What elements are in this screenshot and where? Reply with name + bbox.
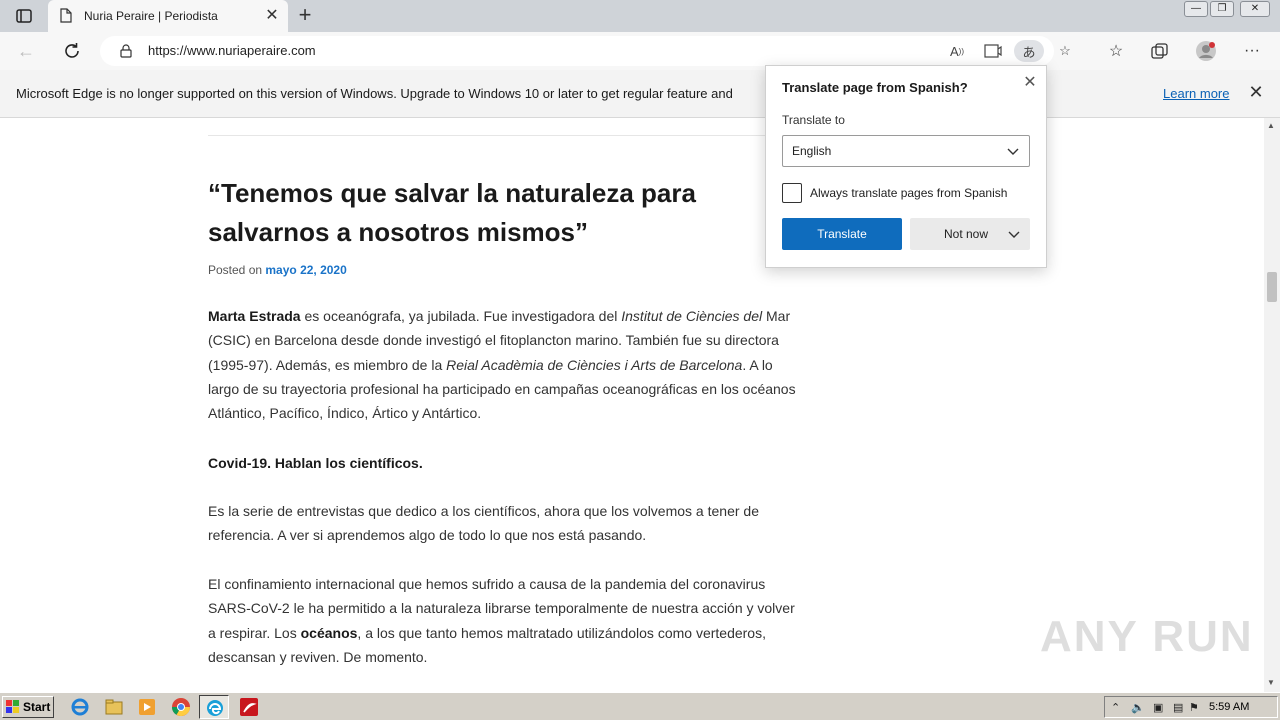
translate-to-label: Translate to xyxy=(782,113,845,127)
translate-popup: Translate page from Spanish? ✕ Translate… xyxy=(765,65,1047,268)
collections-icon[interactable] xyxy=(1148,40,1172,62)
flag-icon[interactable]: ⚑ xyxy=(1189,701,1199,714)
lock-icon[interactable] xyxy=(120,44,132,58)
infobar-message: Microsoft Edge is no longer supported on… xyxy=(16,86,733,101)
file-explorer-icon[interactable] xyxy=(104,697,124,717)
chevron-down-icon xyxy=(1007,148,1019,155)
new-tab-button[interactable]: + xyxy=(292,4,318,28)
institution-name: Institut de Ciències del xyxy=(621,308,763,324)
not-now-label: Not now xyxy=(944,227,989,241)
chrome-icon[interactable] xyxy=(171,697,191,717)
always-translate-checkbox[interactable] xyxy=(782,183,802,203)
tab-actions-icon xyxy=(16,9,32,23)
internet-explorer-icon[interactable] xyxy=(70,697,90,717)
system-tray: ⌃ 🔈 ▣ ▤ ⚑ 5:59 AM xyxy=(1104,696,1278,718)
popup-close-icon[interactable]: ✕ xyxy=(1020,72,1040,92)
tray-expand-icon[interactable]: ⌃ xyxy=(1111,701,1120,714)
bold-word: océanos xyxy=(300,624,358,641)
more-menu-icon[interactable]: ··· xyxy=(1240,40,1264,62)
language-select[interactable]: English xyxy=(782,135,1030,167)
infobar-close-icon[interactable]: ✕ xyxy=(1246,82,1266,104)
taskbar: Start ⌃ 🔈 ▣ ▤ ⚑ 5:59 AM xyxy=(0,692,1280,720)
profile-avatar[interactable] xyxy=(1194,40,1218,62)
academy-name: Reial Acadèmia de Ciències i Arts de Bar… xyxy=(446,356,743,373)
popup-title: Translate page from Spanish? xyxy=(782,80,968,95)
read-aloud-icon[interactable]: A)) xyxy=(942,40,972,62)
page-content: “Tenemos que salvar la naturaleza para s… xyxy=(0,118,1264,692)
post-title-line-2: salvarnos a nosotros mismos” xyxy=(208,217,589,247)
clock: 5:59 AM xyxy=(1209,701,1250,713)
edge-taskbar-button[interactable] xyxy=(199,695,229,719)
close-window-button[interactable]: ✕ xyxy=(1240,1,1270,17)
scroll-up-arrow[interactable]: ▲ xyxy=(1267,121,1275,130)
restore-button[interactable]: ❐ xyxy=(1210,1,1234,17)
post-title: “Tenemos que salvar la naturaleza para s… xyxy=(208,174,768,252)
tab-actions-button[interactable] xyxy=(8,4,40,28)
network-icon[interactable]: ▣ xyxy=(1153,701,1163,714)
post-date-link[interactable]: mayo 22, 2020 xyxy=(265,263,346,277)
tab-title: Nuria Peraire | Periodista xyxy=(84,9,218,23)
article-paragraph-3: Es la serie de entrevistas que dedico a … xyxy=(208,503,759,544)
edge-icon xyxy=(207,700,223,716)
translate-button[interactable]: Translate xyxy=(782,218,902,250)
article-subheading: Covid-19. Hablan los científicos. xyxy=(208,455,423,471)
start-button[interactable]: Start xyxy=(2,696,54,718)
back-button[interactable]: ← xyxy=(12,38,40,64)
acrobat-icon[interactable] xyxy=(239,697,259,717)
language-select-value: English xyxy=(792,144,832,158)
url-text[interactable]: https://www.nuriaperaire.com xyxy=(148,43,316,58)
chevron-down-icon[interactable] xyxy=(1006,226,1022,242)
anyrun-watermark: ANY RUN xyxy=(1040,612,1254,661)
vertical-scrollbar[interactable]: ▲ ▼ xyxy=(1264,118,1280,692)
address-bar[interactable]: https://www.nuriaperaire.com A)) あ ☆ xyxy=(100,36,1071,66)
browser-tab[interactable]: Nuria Peraire | Periodista ✕ xyxy=(48,0,288,32)
refresh-icon xyxy=(65,43,79,58)
scroll-down-arrow[interactable]: ▼ xyxy=(1267,678,1275,687)
not-now-button[interactable]: Not now xyxy=(910,218,1030,250)
tab-strip: Nuria Peraire | Periodista ✕ + — ❐ ✕ xyxy=(0,0,1280,32)
posted-on-label: Posted on xyxy=(208,263,263,277)
post-meta: Posted on mayo 22, 2020 xyxy=(208,263,347,277)
tab-close-icon[interactable]: ✕ xyxy=(262,6,282,26)
start-label: Start xyxy=(23,700,51,714)
address-toolbar: ← https://www.nuriaperaire.com A)) あ ☆ ☆… xyxy=(0,32,1280,70)
learn-more-link[interactable]: Learn more xyxy=(1163,86,1229,101)
minimize-button[interactable]: — xyxy=(1184,1,1208,17)
immersive-reader-icon[interactable] xyxy=(978,40,1008,62)
media-player-icon[interactable] xyxy=(137,697,157,717)
volume-icon[interactable]: 🔈 xyxy=(1131,701,1145,714)
add-favorite-icon[interactable]: ☆ xyxy=(1050,40,1080,62)
article-paragraph-1: Marta Estrada es oceanógrafa, ya jubilad… xyxy=(208,304,800,425)
text: es oceanógrafa, ya jubilada. Fue investi… xyxy=(300,308,622,324)
display-icon[interactable]: ▤ xyxy=(1173,701,1183,714)
divider xyxy=(208,135,788,136)
always-translate-label: Always translate pages from Spanish xyxy=(810,186,1008,200)
scroll-thumb[interactable] xyxy=(1267,272,1277,302)
person-name: Marta Estrada xyxy=(208,308,301,324)
translate-icon[interactable]: あ xyxy=(1014,40,1044,62)
favorites-icon[interactable]: ☆ xyxy=(1104,40,1128,62)
refresh-button[interactable] xyxy=(58,38,86,64)
unsupported-os-infobar: Microsoft Edge is no longer supported on… xyxy=(0,70,1280,118)
article-paragraph-4: El confinamiento internacional que hemos… xyxy=(208,572,800,669)
page-icon xyxy=(60,8,72,23)
windows-logo-icon xyxy=(6,700,19,713)
post-title-line-1: “Tenemos que salvar la naturaleza para xyxy=(208,178,696,208)
